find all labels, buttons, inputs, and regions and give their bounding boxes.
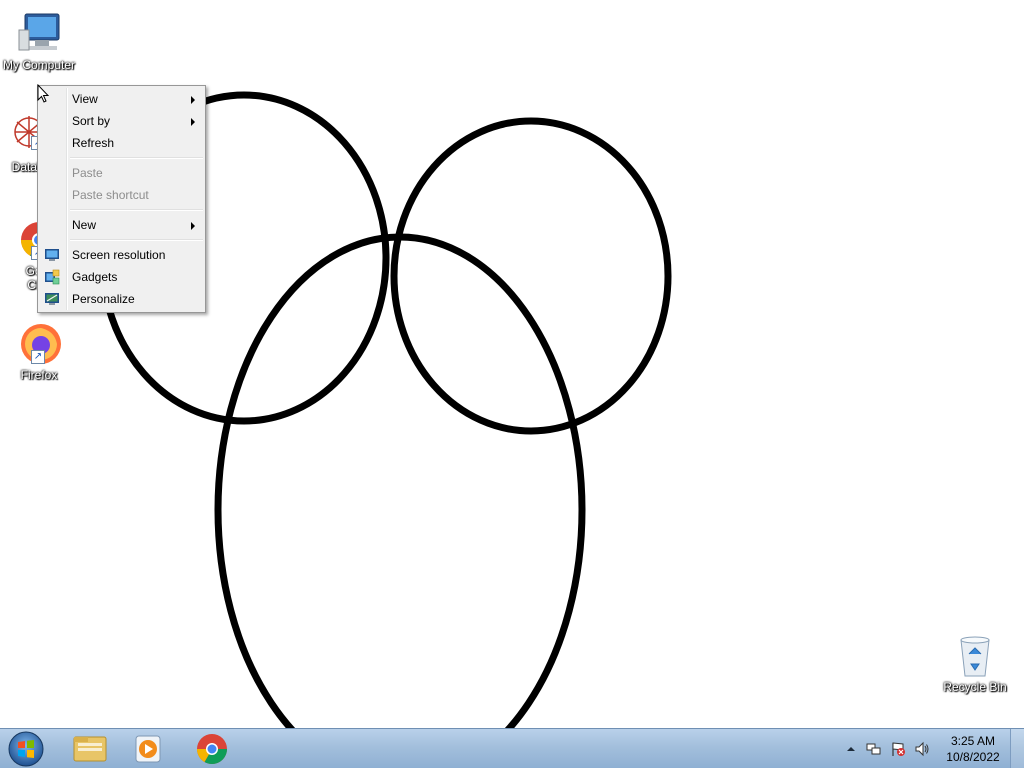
menu-item-label: Paste shortcut	[72, 188, 149, 202]
menu-item-label: Refresh	[72, 136, 115, 150]
menu-item-label: View	[72, 92, 98, 106]
desktop-icon-my-computer[interactable]: My Computer	[0, 10, 78, 72]
wallpaper-circle-right	[390, 117, 672, 435]
folder-icon	[73, 736, 107, 762]
start-button[interactable]	[6, 730, 46, 768]
menu-item-label: New	[72, 218, 97, 232]
menu-separator	[70, 209, 203, 211]
menu-item-label: Sort by	[72, 114, 111, 128]
menu-item-label: Personalize	[72, 292, 135, 306]
show-desktop-button[interactable]	[1010, 729, 1024, 768]
menu-item-label: Paste	[72, 166, 103, 180]
desktop-icon-label: My Computer	[2, 58, 76, 72]
firefox-icon: ↗	[15, 320, 63, 368]
clock-date: 10/8/2022	[946, 750, 1000, 764]
menu-item-view[interactable]: View	[38, 88, 205, 110]
recycle-bin-icon	[951, 632, 999, 680]
taskbar-app-chrome[interactable]	[184, 731, 240, 767]
desktop-icon-label: Firefox	[20, 368, 58, 382]
menu-item-screen-resolution[interactable]: Screen resolution	[38, 244, 205, 266]
chrome-icon	[197, 734, 227, 765]
screen-resolution-icon	[44, 247, 60, 263]
desktop-icon-label: Recycle Bin	[943, 680, 1007, 694]
desktop-context-menu: View Sort by Refresh Paste Paste shortcu…	[37, 85, 206, 313]
volume-icon[interactable]	[914, 741, 930, 757]
menu-item-label: Screen resolution	[72, 248, 166, 262]
mouse-cursor-icon	[37, 84, 50, 103]
taskbar: 3:25 AM 10/8/2022	[0, 728, 1024, 768]
show-hidden-icons-chevron-icon[interactable]	[843, 741, 859, 757]
gadgets-icon	[44, 269, 60, 285]
action-center-flag-icon[interactable]	[890, 741, 906, 757]
desktop-icon-recycle-bin[interactable]: Recycle Bin	[936, 632, 1014, 694]
clock-time: 3:25 AM	[950, 734, 996, 748]
submenu-arrow-icon	[191, 118, 195, 126]
menu-separator	[70, 239, 203, 241]
network-icon[interactable]	[866, 741, 882, 757]
menu-item-paste-shortcut: Paste shortcut	[38, 184, 205, 206]
menu-separator	[70, 157, 203, 159]
taskbar-app-explorer[interactable]	[62, 731, 118, 767]
menu-item-personalize[interactable]: Personalize	[38, 288, 205, 310]
computer-icon	[15, 10, 63, 58]
taskbar-app-media-player[interactable]	[120, 731, 176, 767]
menu-item-label: Gadgets	[72, 270, 118, 284]
menu-item-refresh[interactable]: Refresh	[38, 132, 205, 154]
menu-item-new[interactable]: New	[38, 214, 205, 236]
menu-item-gadgets[interactable]: Gadgets	[38, 266, 205, 288]
taskbar-clock[interactable]: 3:25 AM 10/8/2022	[938, 733, 1008, 765]
menu-item-sort-by[interactable]: Sort by	[38, 110, 205, 132]
media-player-icon	[135, 735, 161, 763]
personalize-icon	[44, 291, 60, 307]
shortcut-arrow-icon: ↗	[31, 350, 45, 364]
submenu-arrow-icon	[191, 96, 195, 104]
submenu-arrow-icon	[191, 222, 195, 230]
menu-item-paste: Paste	[38, 162, 205, 184]
desktop-icon-firefox[interactable]: ↗ Firefox	[0, 320, 78, 382]
